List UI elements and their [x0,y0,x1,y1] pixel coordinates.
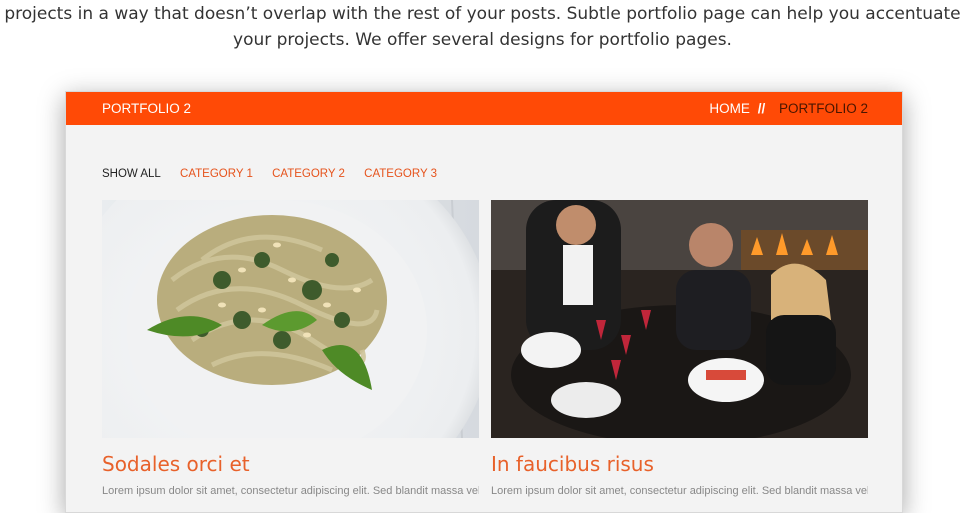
intro-line-1: projects in a way that doesn’t overlap w… [4,4,961,24]
filter-category-3[interactable]: CATEGORY 3 [364,168,437,180]
card-title[interactable]: Sodales orci et [102,452,250,476]
breadcrumb: HOME // PORTFOLIO 2 [705,101,868,116]
breadcrumb-separator: // [757,101,766,116]
portfolio-card: In faucibus risus Lorem ipsum dolor sit … [491,200,868,497]
intro-line-2: your projects. We offer several designs … [233,30,732,50]
card-excerpt: Lorem ipsum dolor sit amet, consectetur … [491,485,868,497]
pasta-dish-image[interactable] [102,200,479,438]
card-title[interactable]: In faucibus risus [491,452,654,476]
filter-show-all[interactable]: SHOW ALL [102,168,161,180]
portfolio-preview: PORTFOLIO 2 HOME // PORTFOLIO 2 SHOW ALL… [65,91,903,513]
card-excerpt: Lorem ipsum dolor sit amet, consectetur … [102,485,479,497]
filter-category-1[interactable]: CATEGORY 1 [180,168,253,180]
header-bar: PORTFOLIO 2 HOME // PORTFOLIO 2 [66,92,902,125]
breadcrumb-current: PORTFOLIO 2 [778,101,868,116]
portfolio-card: Sodales orci et Lorem ipsum dolor sit am… [102,200,479,497]
restaurant-dinner-image[interactable] [491,200,868,438]
category-filter: SHOW ALL CATEGORY 1 CATEGORY 2 CATEGORY … [102,168,453,180]
filter-category-2[interactable]: CATEGORY 2 [272,168,345,180]
breadcrumb-home-link[interactable]: HOME [709,101,750,116]
page-title: PORTFOLIO 2 [102,101,192,116]
